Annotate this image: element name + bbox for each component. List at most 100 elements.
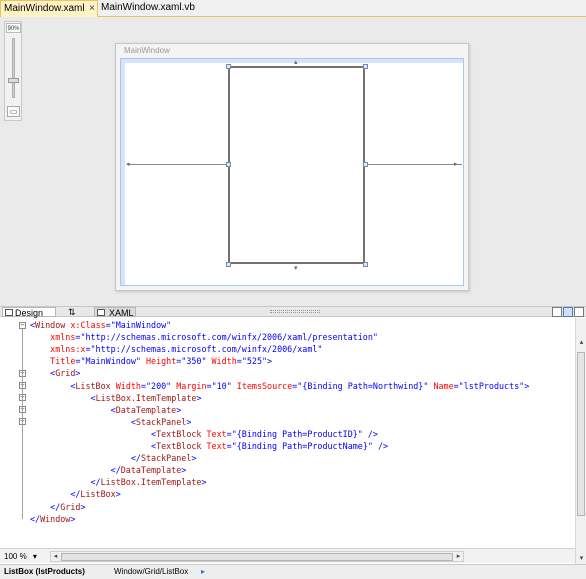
editor-bottom-bar: 100 % ▾ ◂ ▸ xyxy=(0,548,575,563)
vertical-scroll-thumb[interactable] xyxy=(577,352,585,516)
status-bar: ListBox (lstProducts) Window/Grid/ListBo… xyxy=(0,564,586,579)
code-token: StackPanel xyxy=(140,453,192,464)
resize-handle-top-left[interactable] xyxy=(226,64,231,69)
resize-handle-right[interactable] xyxy=(363,162,368,167)
zoom-level-label: 90% xyxy=(6,23,21,33)
horizontal-split-icon[interactable] xyxy=(563,307,573,317)
horizontal-scroll-thumb[interactable] xyxy=(61,553,453,561)
tab-label: MainWindow.xaml xyxy=(4,3,85,14)
breadcrumb-arrow-icon[interactable]: ▸ xyxy=(201,565,205,579)
code-line[interactable]: <TextBlock Text="{Binding Path=ProductID… xyxy=(30,428,378,440)
code-token: </ xyxy=(30,489,81,500)
fit-to-window-icon[interactable]: ▭ xyxy=(7,106,20,117)
design-xaml-splitter[interactable]: Design ⇅ XAML xyxy=(0,306,586,318)
scroll-right-icon[interactable]: ▸ xyxy=(454,552,463,561)
swap-panes-button[interactable]: ⇅ xyxy=(60,307,90,317)
code-line[interactable]: </ListBox.ItemTemplate> xyxy=(30,476,207,488)
code-line[interactable]: Title="MainWindow" Height="350" Width="5… xyxy=(30,355,272,367)
selected-element[interactable]: ListBox (lstProducts) xyxy=(4,565,85,579)
collapse-pane-icon[interactable] xyxy=(574,307,584,317)
code-token: Window xyxy=(35,320,66,330)
zoom-slider[interactable]: 90% ▭ xyxy=(4,21,22,121)
vertical-scrollbar[interactable]: ▴ ▾ xyxy=(575,318,586,566)
grid-column-rail[interactable] xyxy=(121,59,463,63)
scroll-up-icon[interactable]: ▴ xyxy=(577,338,586,348)
resize-handle-bottom-left[interactable] xyxy=(226,262,231,267)
xaml-editor[interactable]: −−−−−− <Window x:Class="MainWindow" xmln… xyxy=(0,318,575,548)
code-token: Grid xyxy=(60,501,81,512)
close-icon[interactable]: × xyxy=(89,1,95,17)
scroll-down-icon[interactable]: ▾ xyxy=(577,554,586,564)
code-token: /> xyxy=(362,428,378,439)
scroll-left-icon[interactable]: ◂ xyxy=(51,552,60,561)
visual-studio-xaml-designer: MainWindow.xaml × MainWindow.xaml.vb 90%… xyxy=(0,0,586,579)
code-token: ListBox.ItemTemplate xyxy=(95,392,197,403)
listbox-preview[interactable] xyxy=(228,66,365,264)
code-line[interactable]: xmlns:x="http://schemas.microsoft.com/wi… xyxy=(30,343,322,355)
window-preview[interactable]: MainWindow ◂ ▸ ▴ ▾ xyxy=(115,43,469,291)
tab-xaml[interactable]: XAML xyxy=(94,307,136,318)
collapse-region-icon[interactable]: − xyxy=(19,321,26,329)
zoom-thumb[interactable] xyxy=(8,78,19,83)
code-line[interactable]: </ListBox> xyxy=(30,488,120,500)
code-line[interactable]: </Grid> xyxy=(30,501,85,513)
code-token: xmlns:x xyxy=(30,344,86,355)
window-client-area[interactable]: ◂ ▸ ▴ ▾ xyxy=(120,58,464,286)
code-line[interactable]: <Window x:Class="MainWindow" xyxy=(30,319,171,331)
tab-design[interactable]: Design xyxy=(2,307,56,318)
swap-icon: ⇅ xyxy=(68,307,76,317)
zoom-track[interactable] xyxy=(12,38,15,98)
element-breadcrumb[interactable]: Window/Grid/ListBox xyxy=(114,565,188,579)
code-token: > xyxy=(181,465,187,476)
horizontal-scrollbar[interactable]: ◂ ▸ xyxy=(50,551,464,562)
code-token: DataTemplate xyxy=(115,404,177,415)
code-token: "{Binding Path=ProductID}" xyxy=(231,428,363,439)
code-token: "http://schemas.microsoft.com/winfx/2006… xyxy=(80,332,378,343)
code-token: </ xyxy=(30,477,101,488)
code-token: ListBox.ItemTemplate xyxy=(100,477,202,488)
arrow-down-icon: ▾ xyxy=(294,265,298,272)
resize-handle-bottom-right[interactable] xyxy=(363,262,368,267)
code-line[interactable]: xmlns="http://schemas.microsoft.com/winf… xyxy=(30,331,378,343)
code-line[interactable]: </Window> xyxy=(30,513,75,525)
resize-handle-top-right[interactable] xyxy=(363,64,368,69)
code-token: > xyxy=(80,501,86,512)
editor-zoom-dropdown[interactable]: 100 % ▾ xyxy=(2,551,46,562)
code-token: < xyxy=(30,441,157,451)
code-line[interactable]: <StackPanel> xyxy=(30,416,192,428)
code-token: ListBox xyxy=(75,380,111,391)
code-line[interactable]: <ListBox.ItemTemplate> xyxy=(30,392,202,404)
code-token: "{Binding Path=Northwind}" xyxy=(297,380,429,391)
code-line[interactable]: <ListBox Width="200" Margin="10" ItemsSo… xyxy=(30,380,529,392)
design-surface[interactable]: 90% ▭ MainWindow ◂ ▸ ▴ ▾ xyxy=(0,17,586,306)
code-token: Window xyxy=(40,513,71,524)
code-line[interactable]: <DataTemplate> xyxy=(30,404,182,416)
code-token: StackPanel xyxy=(135,416,187,427)
code-token: </ xyxy=(30,501,61,512)
code-token: </ xyxy=(30,453,141,464)
code-line[interactable]: <Grid> xyxy=(30,367,80,379)
code-token: Text xyxy=(201,428,227,439)
tab-mainwindow-xaml[interactable]: MainWindow.xaml × xyxy=(0,0,98,17)
code-token: > xyxy=(196,392,202,403)
code-line[interactable]: <TextBlock Text="{Binding Path=ProductNa… xyxy=(30,440,388,452)
code-token: "lstProducts" xyxy=(458,380,525,391)
vertical-split-icon[interactable] xyxy=(552,307,562,317)
code-line[interactable]: </StackPanel> xyxy=(30,452,197,464)
dropdown-caret-icon: ▾ xyxy=(32,552,37,561)
code-token: "{Binding Path=ProductName}" xyxy=(231,441,373,451)
window-title: MainWindow xyxy=(124,46,170,55)
design-view-icon xyxy=(5,309,13,316)
code-token: < xyxy=(30,368,56,379)
arrow-right-icon: ▸ xyxy=(454,161,458,168)
arrow-left-icon: ◂ xyxy=(126,161,130,168)
code-token: < xyxy=(30,392,96,403)
tab-mainwindow-xaml-vb[interactable]: MainWindow.xaml.vb xyxy=(98,0,195,17)
code-token: "525" xyxy=(241,356,268,367)
resize-handle-left[interactable] xyxy=(226,162,231,167)
code-token: > xyxy=(176,404,182,415)
grid-row-rail[interactable] xyxy=(121,59,125,285)
code-line[interactable]: </DataTemplate> xyxy=(30,464,187,476)
splitter-grip[interactable] xyxy=(270,310,320,313)
code-token: Title xyxy=(30,356,76,367)
